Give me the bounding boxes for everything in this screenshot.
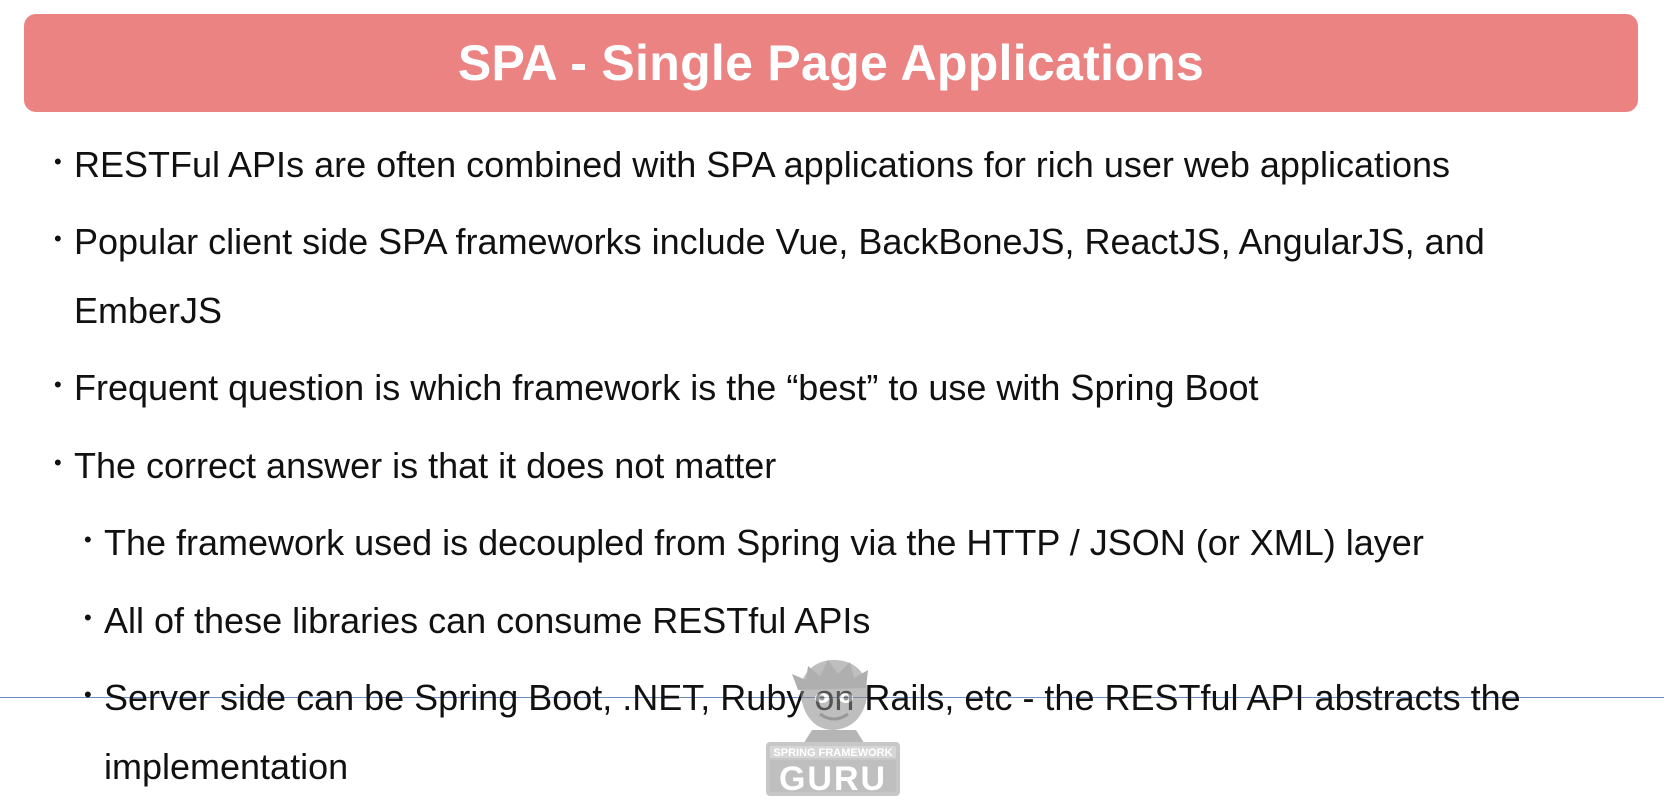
bullet-item: • RESTFul APIs are often combined with S…: [54, 130, 1451, 199]
bullet-item: • The correct answer is that it does not…: [54, 431, 777, 500]
sub-bullet-text: implementation: [104, 746, 349, 787]
bullet-item: • Popular client side SPA frameworks inc…: [54, 207, 1485, 276]
sub-bullet-item: • All of these libraries can consume RES…: [84, 586, 871, 655]
slide: SPA - Single Page Applications • RESTFul…: [0, 0, 1664, 798]
bullet-dot: •: [84, 682, 92, 707]
sub-bullet-item: • The framework used is decoupled from S…: [84, 508, 1424, 577]
bullet-text: Popular client side SPA frameworks inclu…: [74, 221, 1485, 262]
logo-top-text: SPRING FRAMEWORK: [773, 747, 892, 759]
sub-bullet-text: The framework used is decoupled from Spr…: [104, 522, 1424, 563]
bullet-item-continuation: EmberJS: [74, 276, 222, 345]
bullet-dot: •: [54, 372, 62, 397]
spring-framework-guru-logo: SPRING FRAMEWORK GURU: [766, 660, 900, 798]
sub-bullet-item-continuation: implementation: [104, 732, 348, 801]
logo-bottom-text: GURU: [779, 760, 887, 798]
bullet-text: RESTFul APIs are often combined with SPA…: [74, 144, 1451, 185]
bullet-dot: •: [54, 450, 62, 475]
bullet-text: EmberJS: [74, 290, 223, 331]
bullet-text: The correct answer is that it does not m…: [74, 445, 777, 486]
sub-bullet-text: All of these libraries can consume RESTf…: [104, 600, 871, 641]
bullet-dot: •: [84, 605, 92, 630]
bullet-dot: •: [54, 149, 62, 174]
bullet-dot: •: [84, 527, 92, 552]
bullet-text: Frequent question is which framework is …: [74, 367, 1259, 408]
bullet-item: • Frequent question is which framework i…: [54, 353, 1259, 422]
bullet-dot: •: [54, 226, 62, 251]
